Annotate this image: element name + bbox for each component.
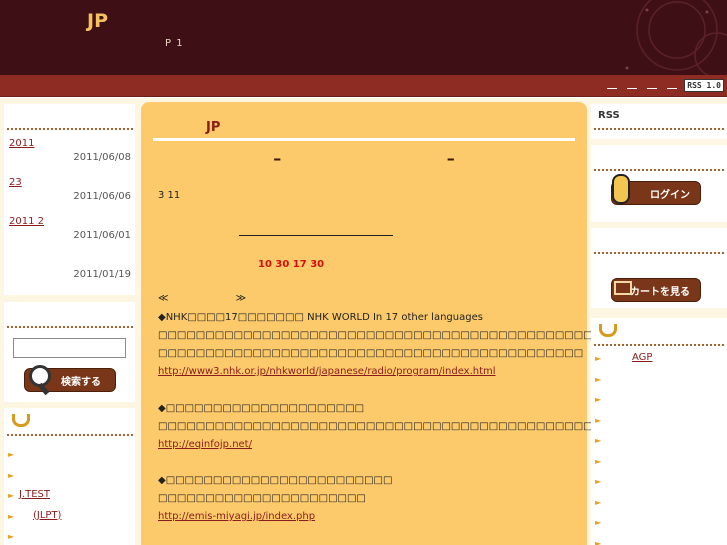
category-item: J.TEST [4,489,135,510]
info-block: ◆□□□□□□□□□□□□□□□□□□□□□□□□ □□□□□□□□□□□□□□… [158,472,392,526]
recent-entry-link[interactable]: 2011 2 [9,216,44,227]
nav-bar: RSS 1.0 [0,75,727,97]
search-button-label: 検索する [61,376,101,388]
title-rule [153,138,575,141]
nav-link-3[interactable] [647,79,657,89]
entry-date: 2011/06/08 [73,152,131,163]
category-item [591,475,727,496]
search-button[interactable]: 検索する [24,365,116,396]
nav-link-4[interactable] [667,79,677,89]
pager: ≪ ≫ [158,293,310,304]
search-input[interactable] [13,338,126,358]
entry-title: – – [273,149,535,168]
entry-text: 3 11 [158,190,181,201]
rss-box: RSS [591,104,727,139]
category-item [4,469,135,490]
search-box: 検索する [4,302,135,402]
heart-icon [10,414,26,428]
entry-date: 2011/01/19 [73,269,131,280]
block-link[interactable]: http://www3.nhk.or.jp/nhkworld/japanese/… [158,366,496,377]
list-item: 23 2011/06/06 [4,177,135,216]
dotted-divider [6,432,133,438]
dotted-divider [593,167,725,173]
entry-category[interactable]: JP [206,120,220,135]
category-item [591,373,727,394]
category-item [591,516,727,537]
login-box: ログイン [591,145,727,222]
dotted-divider [593,126,725,132]
recent-entry-link[interactable]: 2011 [9,138,34,149]
category-item [591,537,727,545]
entry-date: 2011/06/06 [73,191,131,202]
recent-entry-link[interactable]: 23 [9,177,22,188]
category-box: J.TEST (JLPT) [4,408,135,545]
category-item [4,448,135,469]
heart-icon [597,324,613,338]
list-item: 2011/01/19 [4,255,135,294]
character-icon [612,174,630,204]
category-item [591,434,727,455]
site-header: JP P 1 [0,0,727,75]
category-item: AGP [591,352,727,373]
login-button[interactable]: ログイン [611,174,701,205]
category-link[interactable]: AGP [632,352,652,363]
block-link[interactable]: http://eqinfojp.net/ [158,439,252,450]
nav-link-2[interactable] [627,79,637,89]
login-button-label: ログイン [650,189,690,201]
floral-decoration-icon [625,0,727,75]
category-link[interactable]: J.TEST [19,489,50,500]
block-body: □□□□□□□□□□□□□□□□□□□□□□ [158,493,366,504]
right-category-box: AGP [591,318,727,545]
site-title[interactable]: JP [87,10,108,32]
entry-panel: JP – – 3 11 10 30 17 30 ≪ ≫ ◆NHK□□□□17□□… [141,102,706,545]
cart-icon [614,281,632,295]
category-item [591,455,727,476]
nav-link-1[interactable] [607,79,617,89]
list-item: 2011 2011/06/08 [4,138,135,177]
category-item [591,393,727,414]
rss-title[interactable]: RSS [598,110,620,121]
cart-button-label: カートを見る [630,286,690,298]
highlight-text: 10 30 17 30 [258,259,325,270]
list-item: 2011 2 2011/06/01 [4,216,135,255]
recent-entries-box: 2011 2011/06/08 23 2011/06/06 2011 2 201… [4,104,135,295]
category-item [591,414,727,435]
underline-link[interactable] [239,235,393,236]
block-link[interactable]: http://emis-miyagi.jp/index.php [158,511,315,522]
dotted-divider [593,342,725,348]
site-subtitle: P 1 [165,38,184,49]
category-link[interactable]: (JLPT) [33,510,61,521]
rss-badge[interactable]: RSS 1.0 [684,79,724,92]
block-heading: ◆□□□□□□□□□□□□□□□□□□□□□□□□ [158,475,393,486]
prev-link[interactable]: ≪ [158,293,168,304]
category-item [591,496,727,517]
entry-date: 2011/06/01 [73,230,131,241]
dotted-divider [593,250,725,256]
category-item [4,530,135,545]
dotted-divider [6,324,133,330]
category-item: (JLPT) [4,510,135,531]
cart-box: カートを見る [591,228,727,308]
view-cart-button[interactable]: カートを見る [611,278,701,302]
next-link[interactable]: ≫ [236,293,246,304]
